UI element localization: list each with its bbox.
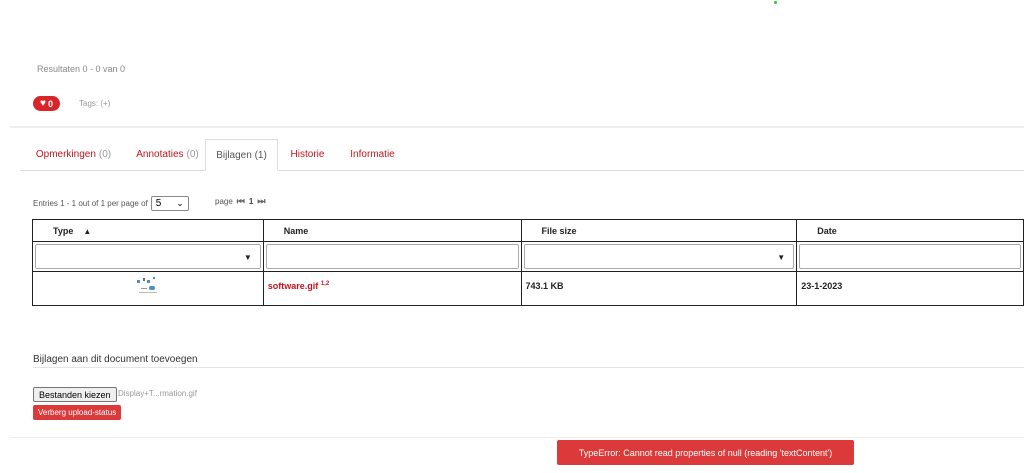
file-date-cell: 23-1-2023 [796, 271, 1024, 306]
header-label: Name [283, 225, 309, 236]
type-filter-select[interactable]: ▼ [35, 244, 261, 269]
header-label: File size [541, 225, 577, 236]
file-date: 23-1-2023 [801, 281, 843, 291]
error-toast[interactable]: TypeError: Cannot read properties of nul… [557, 440, 854, 465]
tab-count: (0) [186, 148, 199, 160]
name-filter-input[interactable] [265, 244, 519, 269]
date-filter-input[interactable] [799, 244, 1021, 269]
divider [10, 126, 1024, 128]
caret-down-icon: ▼ [777, 253, 786, 262]
current-page: 1 [248, 197, 254, 206]
file-size-cell: 743.1 KB [520, 271, 798, 306]
column-header-date[interactable]: Date [796, 219, 1024, 242]
tab-historie[interactable]: Historie [285, 139, 330, 169]
sort-asc-icon: ▲ [83, 226, 92, 236]
tab-label: Opmerkingen [35, 148, 96, 160]
tags-link[interactable]: Tags: (+) [79, 99, 110, 108]
file-thumbnail[interactable] [135, 274, 161, 296]
pager-label: page [215, 197, 233, 206]
tab-annotaties[interactable]: Annotaties (0) [125, 139, 210, 169]
file-size: 743.1 KB [525, 281, 564, 291]
tab-label: Historie [290, 148, 325, 160]
add-attachments-title: Bijlagen aan dit document toevoegen [33, 354, 198, 365]
pager: page ⏮ 1 ⏭ [215, 196, 265, 207]
status-dot [774, 1, 777, 4]
results-count: Resultaten 0 - 0 van 0 [37, 64, 126, 74]
file-name-link[interactable]: software.gif 1,2 [268, 281, 329, 291]
tab-label: Bijlagen (1) [216, 149, 267, 161]
hide-upload-status-button[interactable]: Verberg upload-status [33, 405, 122, 420]
last-page-icon[interactable]: ⏭ [257, 196, 265, 207]
tab-informatie[interactable]: Informatie [345, 139, 400, 169]
table-row: software.gif 1,2 743.1 KB 23-1-2023 [32, 271, 1024, 306]
per-page-select[interactable]: 5 ⌄ [150, 196, 189, 211]
tab-label: Informatie [350, 148, 395, 160]
attachments-table: Type ▲ Name File size Date ▼ ▼ software.g… [32, 219, 1024, 306]
likes-badge[interactable]: ♥ 0 [33, 96, 60, 111]
header-label: Type [53, 225, 74, 236]
file-version: 1,2 [320, 281, 330, 287]
tab-opmerkingen[interactable]: Opmerkingen (0) [28, 139, 119, 169]
divider [10, 437, 1024, 438]
choose-files-button[interactable]: Bestanden kiezen [33, 387, 117, 402]
tab-label: Annotaties [136, 148, 184, 160]
tab-bijlagen[interactable]: Bijlagen (1) [205, 139, 278, 171]
likes-count: 0 [47, 98, 53, 109]
per-page-value: 5 [155, 198, 162, 209]
chevron-down-icon: ⌄ [176, 198, 184, 208]
chosen-file-name: Display+T...rmation.gif [118, 389, 197, 398]
header-label: Date [817, 225, 837, 236]
column-header-name[interactable]: Name [262, 219, 522, 242]
divider [33, 367, 1024, 368]
tab-bar: Opmerkingen (0) Annotaties (0) Bijlagen (1… [20, 139, 1024, 171]
heart-icon: ♥ [40, 97, 46, 109]
column-header-type[interactable]: Type ▲ [32, 219, 264, 242]
tab-count: (0) [98, 148, 112, 160]
file-name: software.gif [267, 281, 319, 291]
size-filter-select[interactable]: ▼ [523, 244, 795, 269]
column-header-size[interactable]: File size [520, 219, 798, 242]
entries-info: Entries 1 - 1 out of 1 per page of 5 ⌄ [33, 196, 189, 211]
first-page-icon[interactable]: ⏮ [237, 196, 245, 207]
entries-text: Entries 1 - 1 out of 1 per page of [33, 199, 148, 208]
caret-down-icon: ▼ [243, 253, 252, 262]
